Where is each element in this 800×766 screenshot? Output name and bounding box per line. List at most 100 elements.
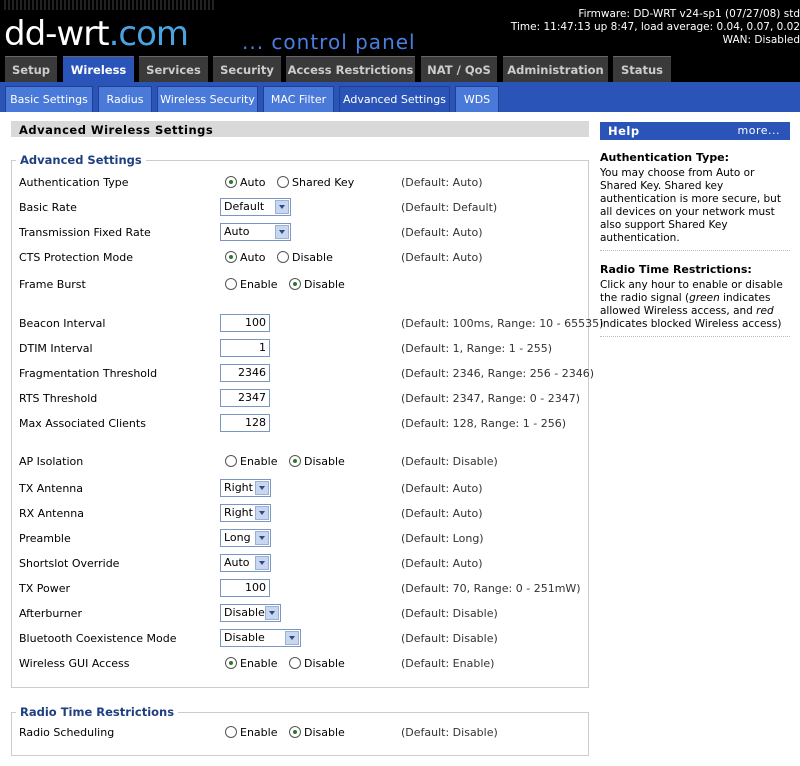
beacon-default: (Default: 100ms, Range: 10 - 65535) [401,317,604,330]
subtab-advanced-settings[interactable]: Advanced Settings [339,86,450,112]
tx-fixed-rate-default: (Default: Auto) [401,226,483,239]
beacon-label: Beacon Interval [19,317,106,330]
max-clients-default: (Default: 128, Range: 1 - 256) [401,417,566,430]
max-clients-label: Max Associated Clients [19,417,146,430]
frame-burst-disable-radio[interactable] [288,278,301,290]
content-area: Advanced Wireless Settings Advanced Sett… [0,112,800,766]
rx-antenna-select[interactable]: Right [220,504,271,522]
subtab-wds[interactable]: WDS [455,86,499,112]
ap-isolation-disable-radio[interactable] [288,455,301,467]
frame-burst-enable-radio[interactable] [225,278,237,290]
afterburner-value: Disable [224,606,265,619]
tab-nat-qos[interactable]: NAT / QoS [421,56,497,82]
radio-scheduling-disable-radio[interactable] [288,726,301,738]
preamble-default: (Default: Long) [401,532,484,545]
help-radio-text-green: green [689,292,720,304]
subtab-radius[interactable]: Radius [98,86,152,112]
row-cts: CTS Protection Mode Auto Disable (Defaul… [19,248,589,268]
gui-access-default: (Default: Enable) [401,657,495,670]
subtab-wireless-security[interactable]: Wireless Security [157,86,258,112]
tx-fixed-rate-select[interactable]: Auto [220,223,291,241]
auth-type-label: Authentication Type [19,176,129,189]
row-frag: Fragmentation Threshold 2346 (Default: 2… [19,364,594,384]
firmware-version: Firmware: DD-WRT v24-sp1 (07/27/08) std [578,8,800,20]
cts-default: (Default: Auto) [401,251,483,264]
shortslot-select[interactable]: Auto [220,554,271,572]
tab-wireless[interactable]: Wireless [63,56,134,82]
basic-rate-default: (Default: Default) [401,201,498,214]
help-divider [600,336,790,337]
frag-input[interactable]: 2346 [220,364,270,382]
chevron-down-icon [275,225,289,239]
help-auth-title: Authentication Type: [600,151,730,164]
help-more-link[interactable]: more... [738,122,780,140]
chevron-down-icon [255,481,269,495]
radio-scheduling-label: Radio Scheduling [19,726,115,739]
dtim-label: DTIM Interval [19,342,93,355]
gui-access-label: Wireless GUI Access [19,657,130,670]
auth-shared-radio[interactable] [277,176,290,188]
rts-input[interactable]: 2347 [220,389,270,407]
tab-administration[interactable]: Administration [503,56,608,82]
radio-scheduling-enable-radio[interactable] [225,726,237,738]
tx-power-default: (Default: 70, Range: 0 - 251mW) [401,582,581,595]
row-bluetooth: Bluetooth Coexistence Mode Disable (Defa… [19,629,589,649]
basic-rate-select[interactable]: Default [220,198,291,216]
sub-tabs: Basic Settings Radius Wireless Security … [0,82,800,112]
cts-auto-radio[interactable] [225,251,237,263]
row-radio-scheduling: Radio Scheduling Enable Disable (Default… [19,723,589,743]
basic-rate-value: Default [224,200,265,213]
main-tabs: Setup Wireless Services Security Access … [0,56,800,82]
uptime: Time: 11:47:13 up 8:47, load average: 0.… [510,21,800,33]
cts-disable-radio[interactable] [277,251,290,263]
row-rx-antenna: RX Antenna Right (Default: Auto) [19,504,589,524]
tx-fixed-rate-value: Auto [224,225,250,238]
subtab-basic-settings[interactable]: Basic Settings [5,86,93,112]
row-beacon: Beacon Interval 100 (Default: 100ms, Ran… [19,314,603,334]
max-clients-input[interactable]: 128 [220,414,270,432]
dtim-input[interactable]: 1 [220,339,270,357]
frame-burst-enable-label: Enable [240,277,278,291]
help-header: Help more... [600,122,790,140]
frame-burst-label: Frame Burst [19,278,86,291]
help-divider [600,250,790,251]
tab-access-restrictions[interactable]: Access Restrictions [286,56,415,82]
rx-antenna-label: RX Antenna [19,507,84,520]
auth-shared-label: Shared Key [292,175,355,189]
advanced-settings-legend: Advanced Settings [16,153,146,167]
row-frame-burst: Frame Burst Enable Disable [19,275,589,295]
chevron-down-icon [265,606,279,620]
radio-scheduling-disable-label: Disable [303,725,345,739]
rts-label: RTS Threshold [19,392,98,405]
tab-status[interactable]: Status [613,56,671,82]
preamble-label: Preamble [19,532,71,545]
gui-access-enable-label: Enable [240,656,278,670]
tx-antenna-select[interactable]: Right [220,479,271,497]
tab-services[interactable]: Services [139,56,208,82]
radio-scheduling-enable-label: Enable [240,725,278,739]
beacon-input[interactable]: 100 [220,314,270,332]
subtab-mac-filter[interactable]: MAC Filter [263,86,334,112]
rts-default: (Default: 2347, Range: 0 - 2347) [401,392,580,405]
basic-rate-label: Basic Rate [19,201,77,214]
tab-setup[interactable]: Setup [5,56,57,82]
afterburner-select[interactable]: Disable [220,604,281,622]
tx-fixed-rate-label: Transmission Fixed Rate [19,226,151,239]
preamble-select[interactable]: Long [220,529,271,547]
tx-power-input[interactable]: 100 [220,579,270,597]
help-auth-text: You may choose from Auto or Shared Key. … [600,167,781,244]
help-radio-text-red: red [756,305,774,317]
chevron-down-icon [285,631,299,645]
row-dtim: DTIM Interval 1 (Default: 1, Range: 1 - … [19,339,589,359]
tx-power-label: TX Power [19,582,71,595]
bluetooth-select[interactable]: Disable [220,629,301,647]
tx-antenna-label: TX Antenna [19,482,84,495]
gui-access-disable-radio[interactable] [288,657,301,669]
row-shortslot: Shortslot Override Auto (Default: Auto) [19,554,589,574]
gui-access-enable-radio[interactable] [225,657,237,669]
auth-auto-radio[interactable] [225,176,237,188]
wan-status: WAN: Disabled [722,34,800,46]
chevron-down-icon [255,506,269,520]
tab-security[interactable]: Security [213,56,281,82]
ap-isolation-enable-radio[interactable] [225,455,237,467]
